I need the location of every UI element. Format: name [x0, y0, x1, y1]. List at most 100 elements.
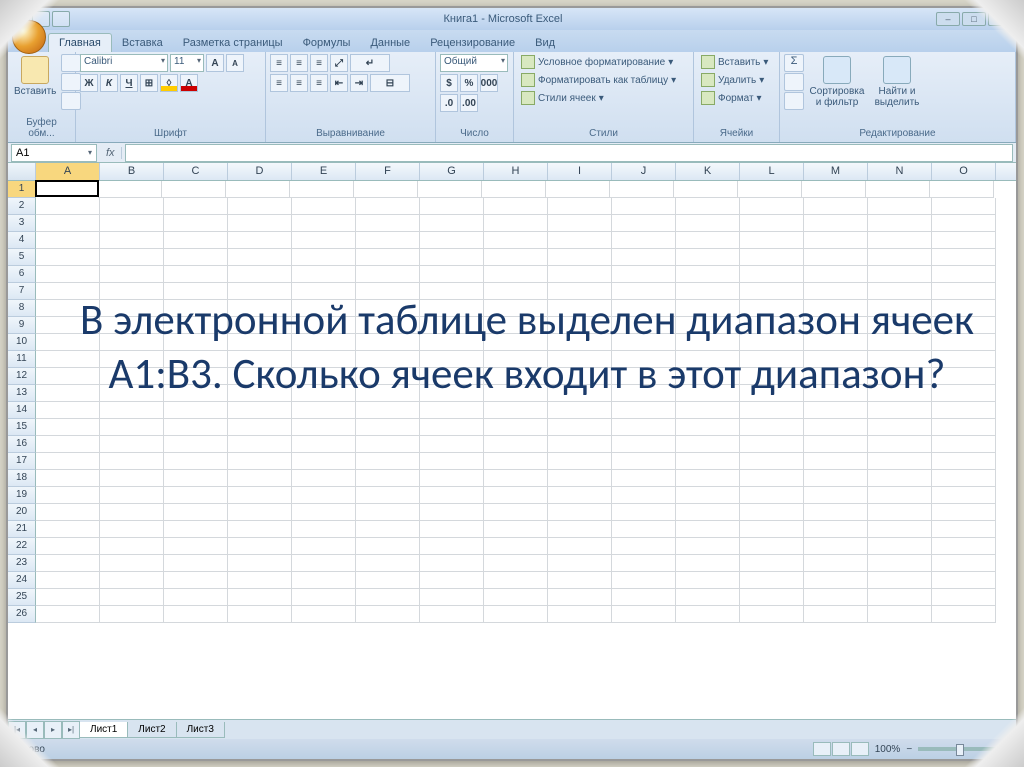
cell[interactable] [548, 572, 612, 589]
cell[interactable] [228, 300, 292, 317]
cell[interactable] [930, 181, 994, 198]
cell[interactable] [228, 589, 292, 606]
cell[interactable] [36, 589, 100, 606]
cell[interactable] [356, 300, 420, 317]
cell[interactable] [228, 232, 292, 249]
cell[interactable] [612, 368, 676, 385]
cell[interactable] [36, 470, 100, 487]
cell[interactable] [36, 436, 100, 453]
cell[interactable] [292, 589, 356, 606]
cell[interactable] [484, 453, 548, 470]
cell[interactable] [420, 334, 484, 351]
cell[interactable] [420, 317, 484, 334]
cell[interactable] [420, 453, 484, 470]
cell[interactable] [740, 232, 804, 249]
cell[interactable] [548, 198, 612, 215]
cell[interactable] [932, 385, 996, 402]
cell[interactable] [868, 334, 932, 351]
tab-data[interactable]: Данные [360, 34, 420, 52]
cell[interactable] [164, 198, 228, 215]
cell[interactable] [612, 232, 676, 249]
cell[interactable] [868, 436, 932, 453]
cell[interactable] [484, 538, 548, 555]
row-header-4[interactable]: 4 [8, 232, 36, 249]
cell[interactable] [548, 232, 612, 249]
cell[interactable] [548, 521, 612, 538]
indent-inc[interactable]: ⇥ [350, 74, 368, 92]
cell[interactable] [548, 351, 612, 368]
cell[interactable] [740, 351, 804, 368]
sheet-tab-3[interactable]: Лист3 [176, 722, 225, 738]
cell[interactable] [548, 436, 612, 453]
cell[interactable] [356, 198, 420, 215]
row-header-7[interactable]: 7 [8, 283, 36, 300]
cell[interactable] [36, 334, 100, 351]
insert-cells[interactable]: Вставить▾ [698, 54, 771, 70]
cell[interactable] [868, 453, 932, 470]
cell[interactable] [484, 266, 548, 283]
cell[interactable] [420, 283, 484, 300]
cell[interactable] [868, 351, 932, 368]
cell-styles[interactable]: Стили ячеек▾ [518, 90, 607, 106]
sheet-tab-2[interactable]: Лист2 [127, 722, 176, 738]
cell[interactable] [100, 300, 164, 317]
cell[interactable] [738, 181, 802, 198]
cell[interactable] [612, 555, 676, 572]
cell[interactable] [548, 283, 612, 300]
cell[interactable] [868, 283, 932, 300]
cell[interactable] [548, 555, 612, 572]
cell[interactable] [100, 385, 164, 402]
cell[interactable] [164, 334, 228, 351]
cell[interactable] [100, 504, 164, 521]
cell[interactable] [356, 504, 420, 521]
cell[interactable] [548, 470, 612, 487]
italic-button[interactable]: К [100, 74, 118, 92]
col-header-D[interactable]: D [228, 163, 292, 180]
cell[interactable] [100, 606, 164, 623]
orientation[interactable]: ⤢ [330, 54, 348, 72]
cell[interactable] [228, 555, 292, 572]
cell[interactable] [292, 402, 356, 419]
cell[interactable] [612, 504, 676, 521]
wrap-text[interactable]: ↵ [350, 54, 390, 72]
cell[interactable] [100, 419, 164, 436]
cell[interactable] [546, 181, 610, 198]
row-header-5[interactable]: 5 [8, 249, 36, 266]
cell[interactable] [740, 283, 804, 300]
shrink-font[interactable]: A [226, 54, 244, 72]
col-header-N[interactable]: N [868, 163, 932, 180]
cell[interactable] [228, 249, 292, 266]
cell[interactable] [420, 266, 484, 283]
fill-button[interactable] [784, 73, 804, 91]
cell[interactable] [804, 300, 868, 317]
cell[interactable] [292, 334, 356, 351]
cell[interactable] [740, 266, 804, 283]
cell[interactable] [866, 181, 930, 198]
cell[interactable] [164, 215, 228, 232]
cell[interactable] [676, 232, 740, 249]
cell[interactable] [36, 351, 100, 368]
cell[interactable] [228, 198, 292, 215]
cell[interactable] [676, 487, 740, 504]
align-right[interactable]: ≡ [310, 74, 328, 92]
cell[interactable] [484, 334, 548, 351]
cell[interactable] [804, 555, 868, 572]
cell[interactable] [932, 589, 996, 606]
cell[interactable] [484, 470, 548, 487]
row-header-17[interactable]: 17 [8, 453, 36, 470]
cell[interactable] [612, 538, 676, 555]
cell[interactable] [484, 589, 548, 606]
cell[interactable] [228, 385, 292, 402]
cell[interactable] [612, 436, 676, 453]
cell[interactable] [228, 334, 292, 351]
cell[interactable] [548, 589, 612, 606]
cell[interactable] [100, 334, 164, 351]
cell[interactable] [804, 589, 868, 606]
cell[interactable] [100, 266, 164, 283]
cell[interactable] [804, 334, 868, 351]
cell[interactable] [36, 283, 100, 300]
cell[interactable] [292, 487, 356, 504]
cell[interactable] [420, 198, 484, 215]
align-top[interactable]: ≡ [270, 54, 288, 72]
cell[interactable] [100, 555, 164, 572]
